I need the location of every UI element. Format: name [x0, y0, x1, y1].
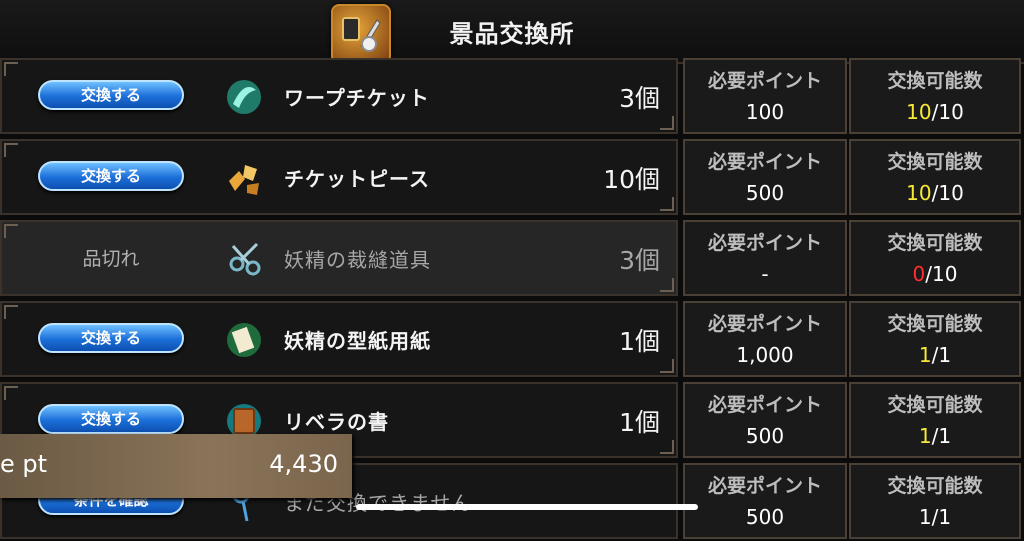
exchange-count-cell: 交換可能数 1/1 [849, 301, 1021, 377]
exchange-button[interactable]: 交換する [38, 404, 184, 434]
required-points-label: 必要ポイント [707, 475, 822, 497]
item-quantity: 3個 [619, 246, 660, 275]
item-quantity: 1個 [619, 327, 660, 356]
exchange-count-label: 交換可能数 [887, 232, 983, 254]
exchange-count-value: 1/1 [918, 424, 952, 448]
required-points-value: 500 [745, 424, 785, 448]
required-points-cell: 必要ポイント 500 [683, 463, 847, 539]
exchange-count-value: 0/10 [912, 262, 958, 286]
item-name: 妖精の裁縫道具 [284, 248, 431, 272]
exchange-count-label: 交換可能数 [887, 70, 983, 92]
exchange-count-label: 交換可能数 [887, 151, 983, 173]
exchange-count-cell: 交換可能数 1/1 [849, 463, 1021, 539]
exchange-count-label: 交換可能数 [887, 475, 983, 497]
exchange-count-cell: 交換可能数 1/1 [849, 382, 1021, 458]
points-balance-box: e pt 4,430 [0, 434, 352, 498]
required-points-label: 必要ポイント [707, 313, 822, 335]
item-quantity: 1個 [619, 408, 660, 437]
required-points-label: 必要ポイント [707, 394, 822, 416]
item-panel: 品切れ 妖精の裁縫道具 3個 [0, 220, 678, 296]
header-bar: 景品交換所 [0, 0, 1024, 64]
exchange-count-value: 10/10 [906, 100, 964, 124]
item-name: 妖精の型紙用紙 [284, 329, 431, 353]
home-indicator[interactable] [356, 504, 698, 510]
exchange-count-cell: 交換可能数 0/10 [849, 220, 1021, 296]
exchange-button[interactable]: 交換する [38, 80, 184, 110]
list-item: 交換する 妖精の型紙用紙 1個 必要ポイント 1,000 交換可能数 1/1 [0, 301, 1024, 379]
exchange-button[interactable]: 交換する [38, 161, 184, 191]
item-panel: 交換する チケットピース 10個 [0, 139, 678, 215]
required-points-value: - [761, 262, 769, 286]
required-points-value: 500 [745, 181, 785, 205]
exchange-count-label: 交換可能数 [887, 394, 983, 416]
warp-ticket-icon [223, 76, 265, 118]
required-points-value: 1,000 [736, 343, 794, 367]
exchange-count-cell: 交換可能数 10/10 [849, 139, 1021, 215]
list-item: 品切れ 妖精の裁縫道具 3個 必要ポイント - 交換可能数 0/10 [0, 220, 1024, 298]
points-balance-label: e pt [0, 450, 48, 478]
required-points-cell: 必要ポイント 1,000 [683, 301, 847, 377]
required-points-label: 必要ポイント [707, 232, 822, 254]
item-quantity: 10個 [603, 165, 660, 194]
item-panel: 交換する 妖精の型紙用紙 1個 [0, 301, 678, 377]
required-points-label: 必要ポイント [707, 151, 822, 173]
list-item: 交換する ワープチケット 3個 必要ポイント 100 交換可能数 10/10 [0, 58, 1024, 136]
exchange-count-value: 1/1 [918, 343, 952, 367]
required-points-value: 500 [745, 505, 785, 529]
required-points-label: 必要ポイント [707, 70, 822, 92]
item-name: チケットピース [284, 167, 430, 191]
item-name: リベラの書 [284, 410, 389, 434]
item-panel: 交換する ワープチケット 3個 [0, 58, 678, 134]
item-quantity: 3個 [619, 84, 660, 113]
exchange-count-value: 1/1 [918, 505, 952, 529]
list-item: 交換する チケットピース 10個 必要ポイント 500 交換可能数 10/10 [0, 139, 1024, 217]
required-points-value: 100 [745, 100, 785, 124]
points-balance-value: 4,430 [269, 450, 338, 478]
exchange-count-label: 交換可能数 [887, 313, 983, 335]
exchange-button[interactable]: 交換する [38, 323, 184, 353]
page-title: 景品交換所 [449, 20, 575, 48]
item-name: ワープチケット [284, 86, 430, 110]
required-points-cell: 必要ポイント - [683, 220, 847, 296]
exchange-count-cell: 交換可能数 10/10 [849, 58, 1021, 134]
required-points-cell: 必要ポイント 500 [683, 139, 847, 215]
sold-out-label: 品切れ [82, 248, 140, 270]
required-points-cell: 必要ポイント 100 [683, 58, 847, 134]
sewing-tools-icon [223, 238, 265, 280]
exchange-count-value: 10/10 [906, 181, 964, 205]
required-points-cell: 必要ポイント 500 [683, 382, 847, 458]
ticket-piece-icon [223, 157, 265, 199]
pattern-paper-icon [223, 319, 265, 361]
